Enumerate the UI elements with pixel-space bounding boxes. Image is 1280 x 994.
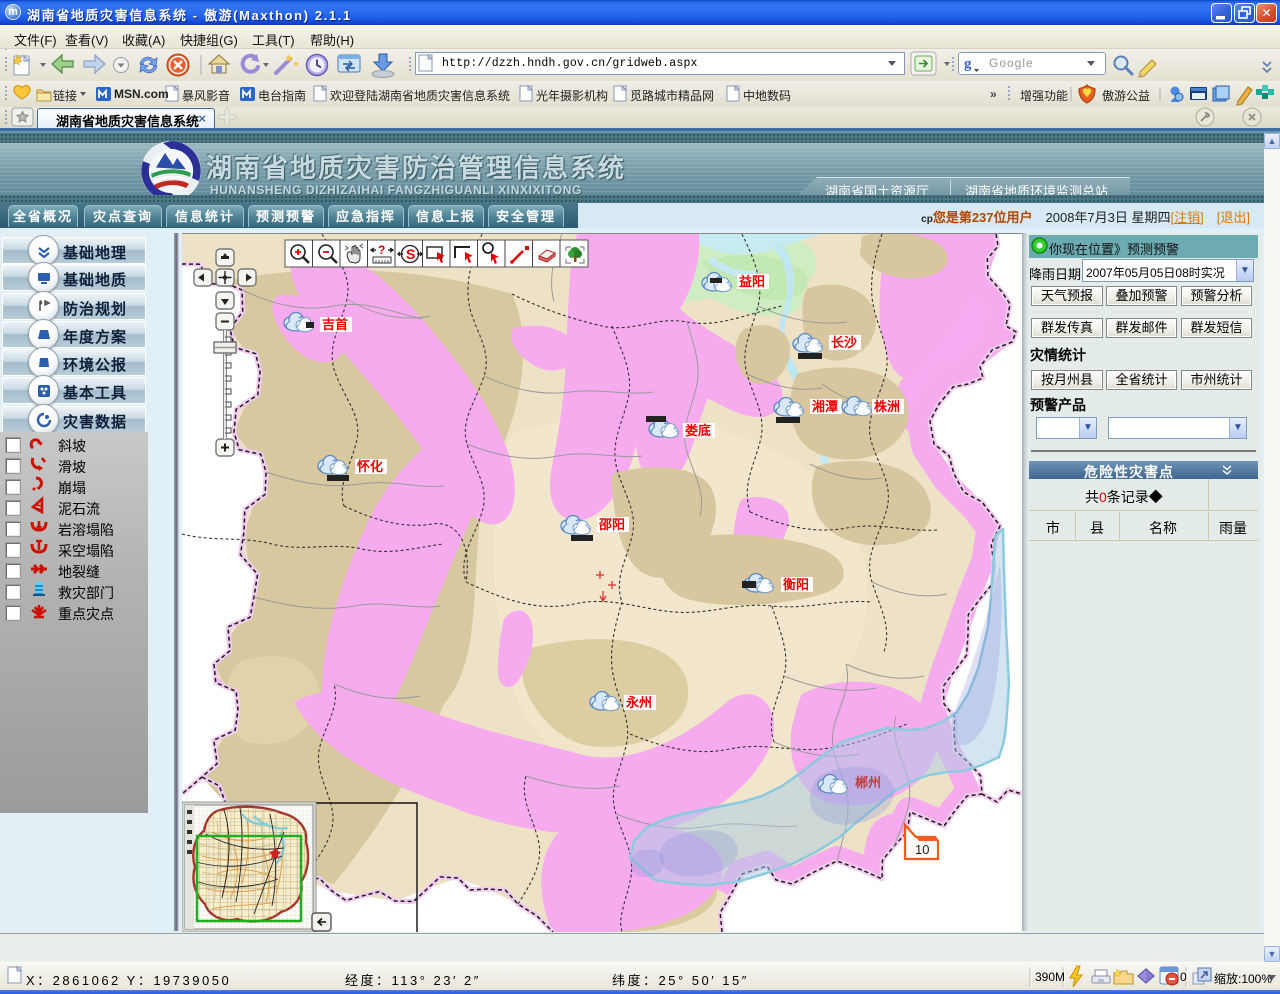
svg-text:湘潭: 湘潭 [812,399,838,414]
svg-text:吉首: 吉首 [322,317,348,332]
svg-text:长沙: 长沙 [831,335,857,350]
svg-text:娄底: 娄底 [685,423,711,438]
svg-text:S: S [406,246,415,262]
svg-text:益阳: 益阳 [739,274,765,289]
svg-text:郴州: 郴州 [855,775,881,790]
svg-text:10: 10 [915,842,929,857]
svg-text:邵阳: 邵阳 [598,517,625,532]
svg-text:株洲: 株洲 [874,399,900,414]
svg-text:?: ? [378,243,385,257]
svg-text:永州: 永州 [625,695,652,710]
svg-text:怀化: 怀化 [357,459,383,474]
svg-text:g: g [964,56,972,72]
svg-text:衡阳: 衡阳 [783,577,809,592]
